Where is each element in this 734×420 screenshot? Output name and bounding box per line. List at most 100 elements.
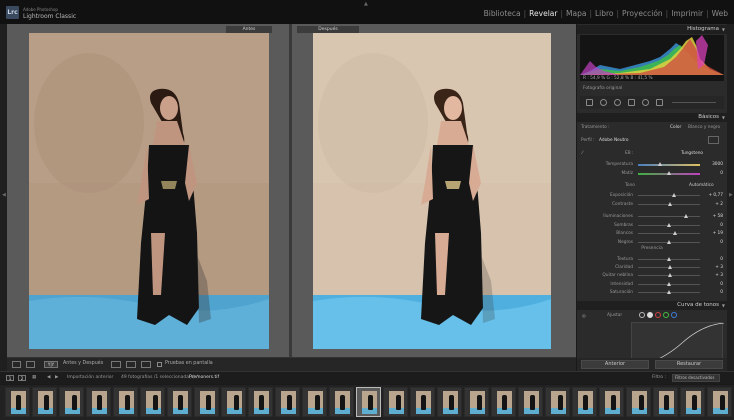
collapse-triangle-icon[interactable]: ▼ [722,301,725,310]
slider-value[interactable]: + 2 [703,201,723,208]
slider-track[interactable] [638,164,700,166]
grid-view-icon[interactable] [26,361,35,368]
filmstrip-thumbnail[interactable] [59,387,84,417]
source-label[interactable]: Importación anterior [67,375,113,380]
filmstrip-thumbnail[interactable] [167,387,192,417]
wb-select[interactable]: Tungsteno [681,151,703,156]
before-photo[interactable] [29,33,269,349]
slider-value[interactable]: + 0,77 [703,192,723,199]
slider-knob[interactable] [667,257,671,261]
right-panel-toggle-icon[interactable]: ▶ [729,192,733,198]
spot-removal-icon[interactable] [600,99,607,106]
filmstrip-thumbnail[interactable] [437,387,462,417]
swap-icon[interactable] [141,361,151,368]
filmstrip-thumbnail[interactable] [140,387,165,417]
slider-value[interactable]: 0 [703,289,723,296]
filmstrip-thumbnail[interactable] [410,387,435,417]
curve-channel-white-icon[interactable] [647,312,653,318]
main-window-button[interactable]: 1 [6,375,14,381]
filmstrip-thumbnail[interactable] [383,387,408,417]
slider-track[interactable] [638,195,700,196]
radial-filter-icon[interactable] [642,99,649,106]
filmstrip-thumbnail[interactable] [5,387,30,417]
module-biblioteca[interactable]: Biblioteca [484,9,521,18]
slider-value[interactable]: 0 [703,239,723,246]
slider-knob[interactable] [668,265,673,269]
crop-tool-icon[interactable] [586,99,593,106]
slider-knob[interactable] [668,273,673,277]
module-mapa[interactable]: Mapa [566,9,586,18]
tone-curve-header[interactable]: Curva de tonos ▼ [577,301,727,310]
slider-knob[interactable] [657,162,662,166]
filmstrip-thumbnail[interactable] [599,387,624,417]
module-libro[interactable]: Libro [595,9,614,18]
treatment-bw-button[interactable]: Blanco y negro [688,125,720,130]
filmstrip-thumbnail[interactable] [275,387,300,417]
forward-arrow-icon[interactable]: ▶ [55,375,58,380]
slider-value[interactable]: 0 [703,281,723,288]
second-window-button[interactable]: 2 [18,375,26,381]
slider-value[interactable]: + 3 [703,272,723,279]
filmstrip-thumbnail[interactable] [113,387,138,417]
profile-select[interactable]: Adobe Neutro [599,138,629,143]
slider-knob[interactable] [667,240,671,244]
filmstrip-thumbnail[interactable] [329,387,354,417]
filmstrip-thumbnail[interactable] [86,387,111,417]
redeye-icon[interactable] [614,99,621,106]
slider-value[interactable]: 3000 [703,161,723,168]
module-web[interactable]: Web [712,9,728,18]
curve-target-icon[interactable]: ◎ [582,314,586,319]
right-panel-edge[interactable]: ▶ [727,24,734,371]
curve-channel-green-icon[interactable] [663,312,669,318]
filmstrip-thumbnail[interactable] [32,387,57,417]
top-panel-toggle-icon[interactable]: ▲ [364,1,368,7]
filmstrip-thumbnail[interactable] [707,387,732,417]
reset-button[interactable]: Restaurar [655,360,723,369]
collapse-triangle-icon[interactable]: ▼ [722,113,725,122]
current-filename[interactable]: Premoners.tif [189,375,219,380]
tone-auto-button[interactable]: Automático [689,183,714,188]
previous-button[interactable]: Anterior [581,360,649,369]
filmstrip-thumbnail[interactable] [194,387,219,417]
slider-knob[interactable] [684,214,689,218]
slider-value[interactable]: 0 [703,170,723,177]
slider-knob[interactable] [667,171,671,175]
left-panel-toggle-icon[interactable]: ◀ [2,192,6,198]
before-after-toggle-button[interactable]: Y|Y [44,361,58,368]
slider-value[interactable]: + 58 [703,213,723,220]
slider-knob[interactable] [671,193,676,197]
loupe-view-icon[interactable] [12,361,21,368]
curve-channel-red-icon[interactable] [655,312,661,318]
slider-value[interactable]: 0 [703,222,723,229]
filmstrip-thumbnail[interactable] [302,387,327,417]
module-imprimir[interactable]: Imprimir [671,9,703,18]
filmstrip-thumbnail[interactable] [518,387,543,417]
filmstrip-thumbnail[interactable] [626,387,651,417]
filmstrip-thumbnail[interactable] [248,387,273,417]
treatment-color-button[interactable]: Color [670,125,681,130]
view-mode-label[interactable]: Antes y Después [63,361,103,366]
filmstrip-thumbnail[interactable] [653,387,678,417]
left-panel-collapsed[interactable]: ◀ [0,24,7,371]
module-proyeccion[interactable]: Proyección [622,9,663,18]
filmstrip-thumbnail[interactable] [491,387,516,417]
back-arrow-icon[interactable]: ◀ [47,375,50,380]
slider-track[interactable] [638,216,700,217]
soft-proof-checkbox[interactable] [157,362,162,367]
filmstrip-thumbnail[interactable] [545,387,570,417]
grid-icon[interactable]: ▦ [32,375,36,380]
collapse-triangle-icon[interactable]: ▼ [722,25,725,34]
copy-after-icon[interactable] [126,361,136,368]
slider-knob[interactable] [673,231,678,235]
filter-select[interactable]: Filtros desactivados [672,374,720,382]
filmstrip-thumbnail[interactable] [572,387,597,417]
filmstrip-thumbnail[interactable] [680,387,705,417]
slider-knob[interactable] [667,290,671,294]
histogram-header[interactable]: Histograma ▼ [577,25,727,34]
graduated-filter-icon[interactable] [628,99,635,106]
slider-value[interactable]: + 3 [703,264,723,271]
profile-browser-icon[interactable] [708,136,719,144]
slider-knob[interactable] [668,202,673,206]
adjustment-brush-icon[interactable] [656,99,663,106]
filmstrip-thumbnail[interactable] [464,387,489,417]
